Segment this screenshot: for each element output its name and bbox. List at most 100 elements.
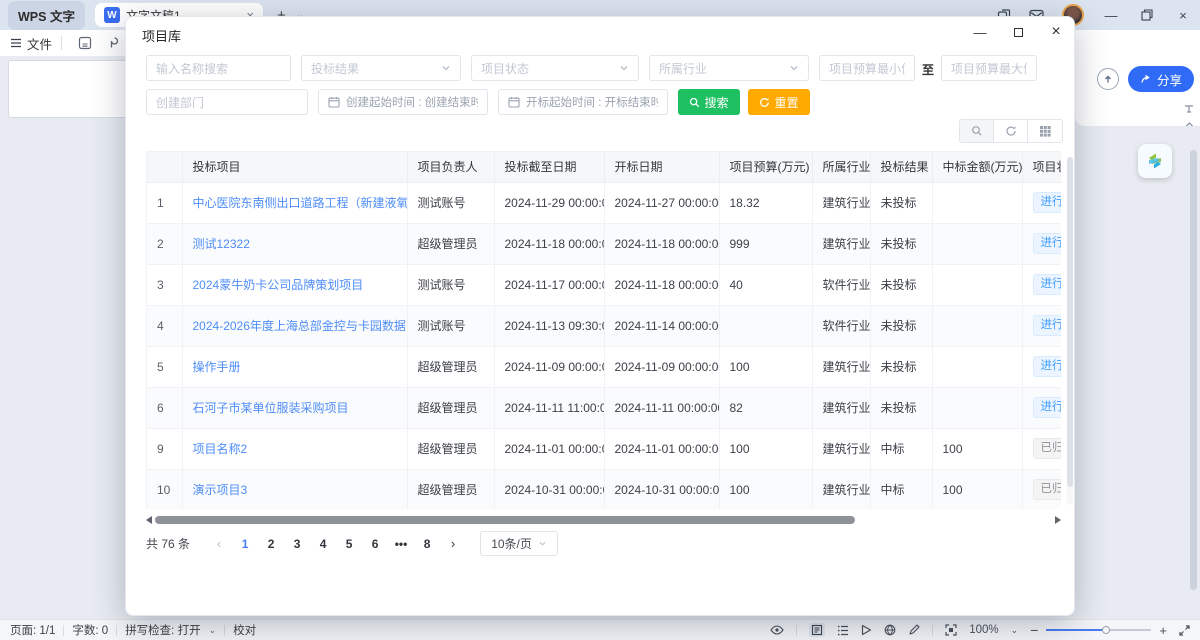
- fit-page-icon[interactable]: [945, 624, 957, 636]
- zoom-out-icon[interactable]: −: [1030, 622, 1038, 638]
- reset-button[interactable]: 重置: [748, 89, 810, 115]
- web-layout-icon[interactable]: [884, 624, 896, 636]
- play-presentation-icon[interactable]: [861, 624, 872, 636]
- ink-pen-icon[interactable]: [908, 624, 920, 636]
- page-number[interactable]: 4: [310, 537, 336, 551]
- window-close-button[interactable]: ×: [1174, 8, 1192, 23]
- zoom-slider[interactable]: [1046, 629, 1151, 631]
- share-button[interactable]: 分享: [1128, 66, 1194, 92]
- page-number[interactable]: 6: [362, 537, 388, 551]
- window-restore-button[interactable]: [1138, 9, 1156, 21]
- open-time-placeholder: 开标起始时间 : 开标结束时间: [526, 94, 658, 110]
- search-button[interactable]: 搜索: [678, 89, 740, 115]
- table-refresh-icon[interactable]: [994, 120, 1028, 142]
- page-size-select[interactable]: 10条/页: [480, 531, 558, 556]
- word-count[interactable]: 字数: 0: [72, 622, 108, 638]
- project-name-cell[interactable]: 2024-2026年度上海总部金控与卡园数据中心食材供应项: [182, 305, 407, 346]
- page-number[interactable]: 8: [414, 537, 440, 551]
- open-time-range-picker[interactable]: 开标起始时间 : 开标结束时间: [498, 89, 668, 115]
- project-link[interactable]: 测试12322: [193, 237, 250, 251]
- scroll-right-icon[interactable]: [1055, 516, 1061, 524]
- prev-page-icon[interactable]: ‹: [206, 536, 232, 551]
- industry-cell: 建筑行业: [812, 428, 870, 469]
- budget-cell: 100: [719, 346, 812, 387]
- table-columns-icon[interactable]: [1028, 120, 1062, 142]
- file-menu[interactable]: 文件: [10, 34, 52, 53]
- project-name-cell[interactable]: 石河子市某单位服装采购项目: [182, 387, 407, 428]
- dialog-minimize-button[interactable]: —: [972, 25, 988, 40]
- outline-view-icon[interactable]: [837, 625, 849, 636]
- column-header: 中标金额(万元): [932, 152, 1022, 182]
- proofread-button[interactable]: 校对: [233, 622, 256, 638]
- project-link[interactable]: 中心医院东南侧出口道路工程（新建液氧站侧）: [193, 196, 408, 210]
- budget-cell: 18.32: [719, 182, 812, 223]
- create-time-range-picker[interactable]: 创建起始时间 : 创建结束时间: [318, 89, 488, 115]
- project-link[interactable]: 石河子市某单位服装采购项目: [193, 401, 349, 415]
- fullscreen-icon[interactable]: [1179, 625, 1190, 636]
- bid-result-cell: 未投标: [870, 305, 932, 346]
- bid-result-select[interactable]: 投标结果: [301, 55, 461, 81]
- print-layout-view-icon[interactable]: [809, 623, 825, 637]
- project-name-cell[interactable]: 演示项目3: [182, 469, 407, 509]
- project-link[interactable]: 演示项目3: [193, 483, 248, 497]
- open-date-cell: 2024-11-27 00:00:00: [604, 182, 719, 223]
- project-link[interactable]: 2024蒙牛奶卡公司品牌策划项目: [193, 278, 364, 292]
- industry-select[interactable]: 所属行业: [649, 55, 809, 81]
- project-name-cell[interactable]: 操作手册: [182, 346, 407, 387]
- dialog-title: 项目库: [142, 26, 181, 45]
- table-horizontal-scrollbar[interactable]: [146, 514, 1061, 525]
- reset-button-label: 重置: [774, 94, 798, 111]
- app-home-tab[interactable]: WPS 文字: [8, 1, 85, 30]
- page-number[interactable]: 3: [284, 537, 310, 551]
- open-date-cell: 2024-11-18 00:00:00: [604, 264, 719, 305]
- status-bar: 页面: 1/1 字数: 0 拼写检查: 打开 ⌄ 校对 10: [0, 619, 1200, 640]
- project-status-select[interactable]: 项目状态: [471, 55, 639, 81]
- project-link[interactable]: 2024-2026年度上海总部金控与卡园数据中心食材供应项: [193, 319, 408, 333]
- status-cell: 已归档: [1022, 469, 1061, 509]
- page-number[interactable]: 5: [336, 537, 362, 551]
- bid-deadline-cell: 2024-11-11 11:00:00: [494, 387, 604, 428]
- budget-cell: 82: [719, 387, 812, 428]
- bid-deadline-cell: 2024-11-09 00:00:00: [494, 346, 604, 387]
- industry-cell: 建筑行业: [812, 387, 870, 428]
- page-number[interactable]: 2: [258, 537, 284, 551]
- table-search-toggle-icon[interactable]: [960, 120, 994, 142]
- zoom-in-icon[interactable]: +: [1159, 623, 1167, 638]
- scroll-left-icon[interactable]: [146, 516, 152, 524]
- table-vertical-scrollbar[interactable]: [1067, 157, 1073, 505]
- award-amount-cell: [932, 264, 1022, 305]
- project-name-cell[interactable]: 项目名称2: [182, 428, 407, 469]
- search-button-label: 搜索: [704, 94, 728, 111]
- page-ellipsis[interactable]: •••: [388, 537, 414, 551]
- project-name-cell[interactable]: 2024蒙牛奶卡公司品牌策划项目: [182, 264, 407, 305]
- column-header: 所属行业: [812, 152, 870, 182]
- scroll-top-icon[interactable]: [1185, 120, 1194, 129]
- zoom-level[interactable]: 100%: [969, 624, 998, 636]
- window-minimize-button[interactable]: —: [1102, 8, 1120, 23]
- name-search-input[interactable]: 输入名称搜索: [146, 55, 291, 81]
- spellcheck-chevron-icon[interactable]: ⌄: [209, 625, 217, 636]
- create-dept-input[interactable]: 创建部门: [146, 89, 308, 115]
- project-name-cell[interactable]: 测试12322: [182, 223, 407, 264]
- cloud-upload-icon[interactable]: [1097, 68, 1119, 90]
- hscroll-thumb[interactable]: [155, 516, 855, 524]
- dialog-maximize-button[interactable]: [1010, 25, 1026, 40]
- page-number[interactable]: 1: [232, 537, 258, 551]
- budget-max-input[interactable]: 项目预算最大值: [941, 55, 1037, 81]
- bid-result-cell: 未投标: [870, 346, 932, 387]
- project-link[interactable]: 项目名称2: [193, 442, 248, 456]
- next-page-icon[interactable]: ›: [440, 536, 466, 551]
- budget-min-input[interactable]: 项目预算最小值: [819, 55, 915, 81]
- bid-result-cell: 未投标: [870, 223, 932, 264]
- zoom-chevron-icon[interactable]: ⌄: [1011, 625, 1019, 636]
- project-link[interactable]: 操作手册: [193, 360, 241, 374]
- floating-assistant-icon[interactable]: [1138, 144, 1172, 178]
- ruler-toggle-icon[interactable]: [1184, 104, 1194, 114]
- export-pdf-icon[interactable]: [106, 36, 119, 50]
- dialog-close-button[interactable]: ×: [1048, 23, 1064, 41]
- spellcheck-toggle[interactable]: 拼写检查: 打开: [125, 622, 200, 638]
- save-icon[interactable]: [78, 36, 92, 50]
- eye-protect-icon[interactable]: [770, 625, 784, 635]
- document-vertical-scrollbar[interactable]: [1190, 150, 1197, 612]
- project-name-cell[interactable]: 中心医院东南侧出口道路工程（新建液氧站侧）: [182, 182, 407, 223]
